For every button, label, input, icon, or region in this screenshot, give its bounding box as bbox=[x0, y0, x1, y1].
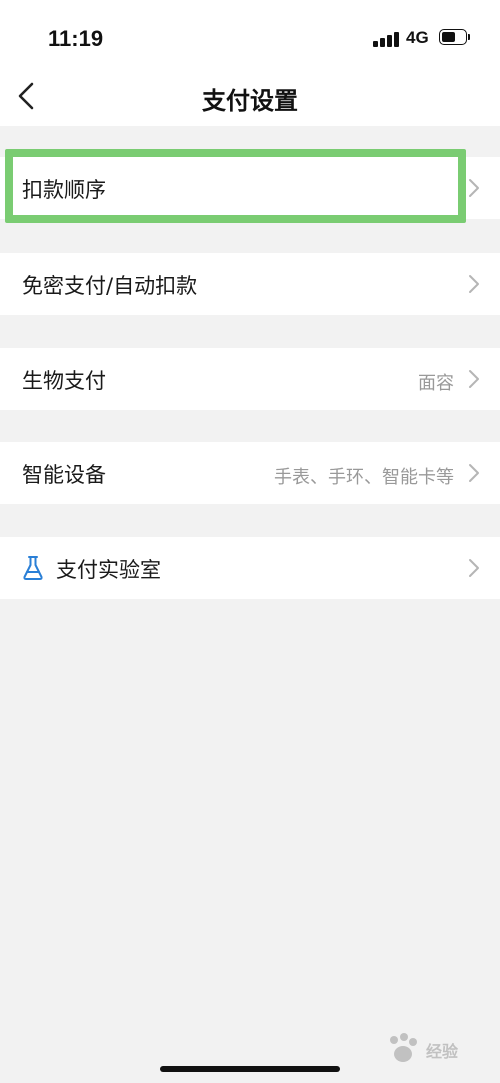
status-time: 11:19 bbox=[48, 26, 104, 51]
settings-item-deduction-order[interactable]: 扣款顺序 bbox=[0, 157, 500, 219]
settings-item-label: 智能设备 bbox=[22, 463, 106, 487]
navigation-bar: 支付设置 bbox=[0, 68, 500, 126]
settings-item-smart-devices[interactable]: 智能设备 手表、手环、智能卡等 bbox=[0, 442, 500, 504]
status-bar: 11:19 4G bbox=[0, 0, 500, 78]
settings-item-label: 生物支付 bbox=[22, 369, 106, 393]
page-title: 支付设置 bbox=[202, 87, 298, 115]
chevron-right-icon bbox=[469, 370, 479, 388]
battery-fill bbox=[442, 32, 455, 42]
home-indicator[interactable] bbox=[160, 1066, 340, 1072]
settings-item-label: 扣款顺序 bbox=[22, 178, 106, 202]
settings-item-value: 面容 bbox=[418, 373, 454, 394]
settings-item-value: 手表、手环、智能卡等 bbox=[274, 467, 454, 488]
settings-item-biometric-payment[interactable]: 生物支付 面容 bbox=[0, 348, 500, 410]
paw-logo-icon bbox=[390, 1033, 417, 1062]
baidu-watermark: 经验 bbox=[382, 1028, 492, 1072]
watermark-text: 经验 bbox=[426, 1044, 459, 1061]
chevron-right-icon bbox=[469, 559, 479, 577]
settings-item-label: 免密支付/自动扣款 bbox=[22, 274, 198, 298]
settings-item-password-free-payment[interactable]: 免密支付/自动扣款 bbox=[0, 253, 500, 315]
settings-item-label: 支付实验室 bbox=[56, 558, 161, 582]
chevron-right-icon bbox=[469, 464, 479, 482]
chevron-right-icon bbox=[469, 179, 479, 197]
battery-icon bbox=[439, 29, 471, 47]
chevron-right-icon bbox=[469, 275, 479, 293]
settings-item-payment-lab[interactable]: 支付实验室 bbox=[0, 537, 500, 599]
flask-icon bbox=[23, 556, 43, 580]
cellular-signal-icon bbox=[373, 31, 401, 47]
network-type-label: 4G bbox=[406, 28, 429, 47]
